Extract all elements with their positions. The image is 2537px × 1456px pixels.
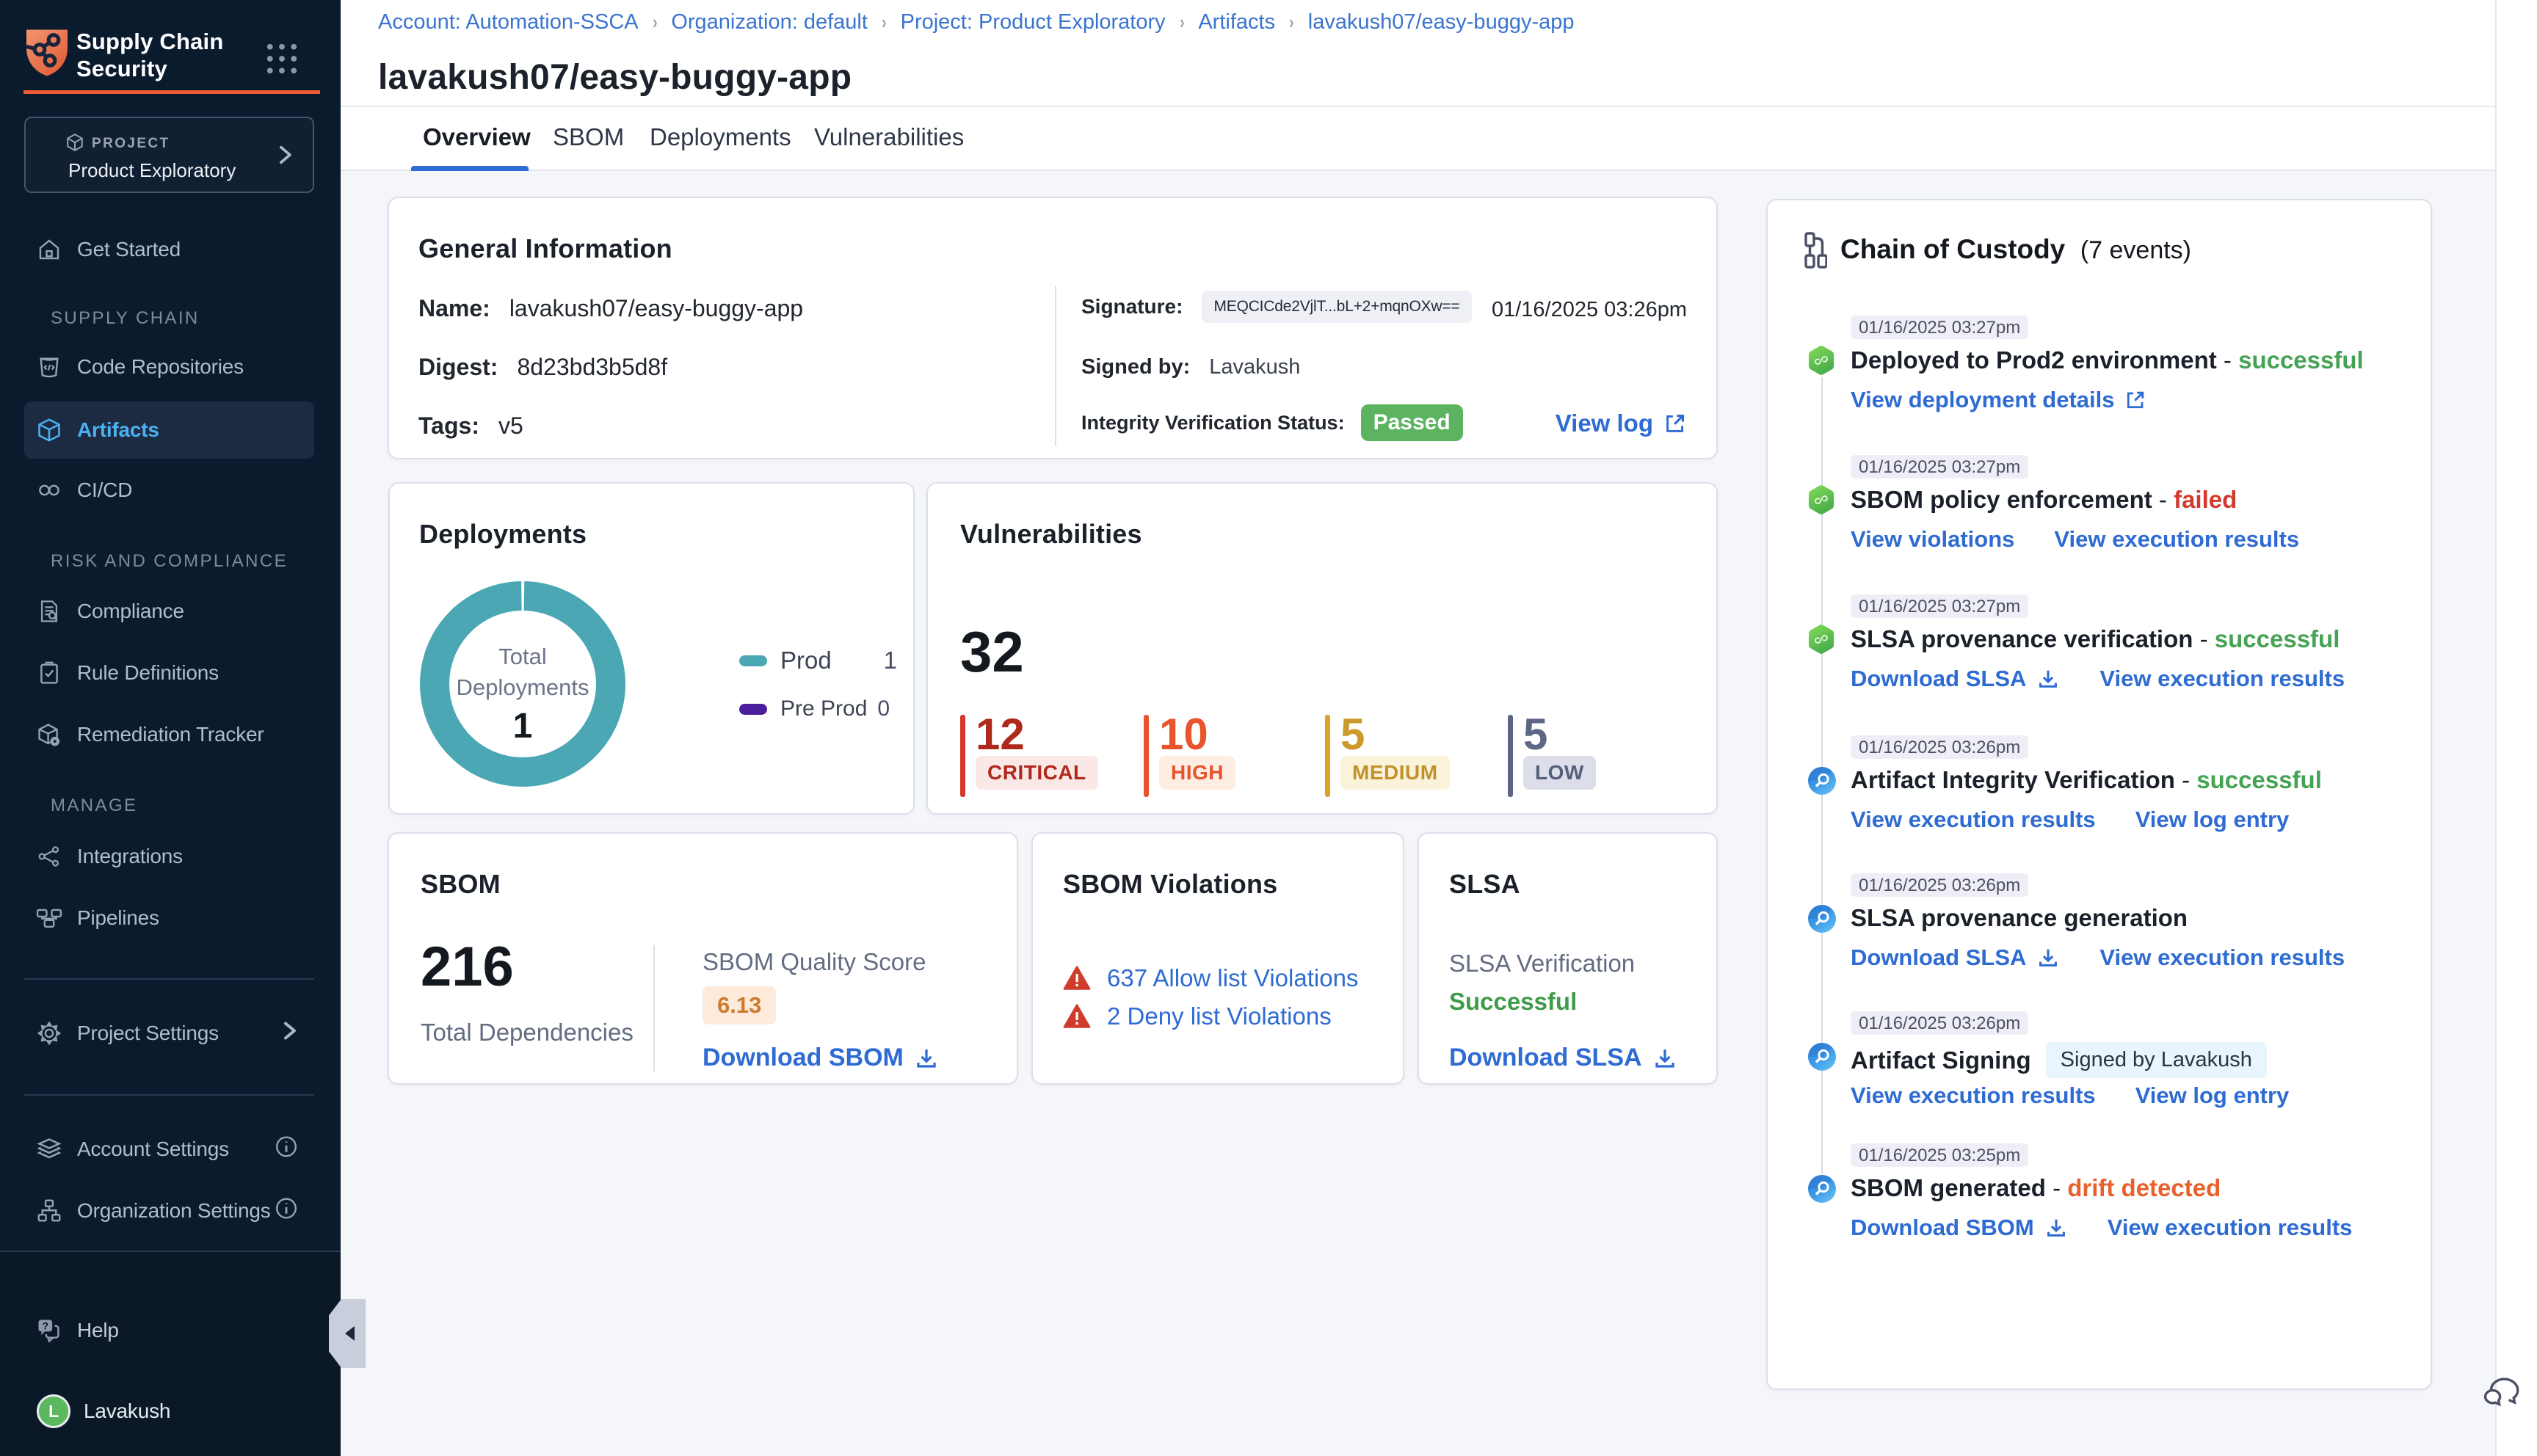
svg-text:?: ?	[43, 1320, 48, 1331]
